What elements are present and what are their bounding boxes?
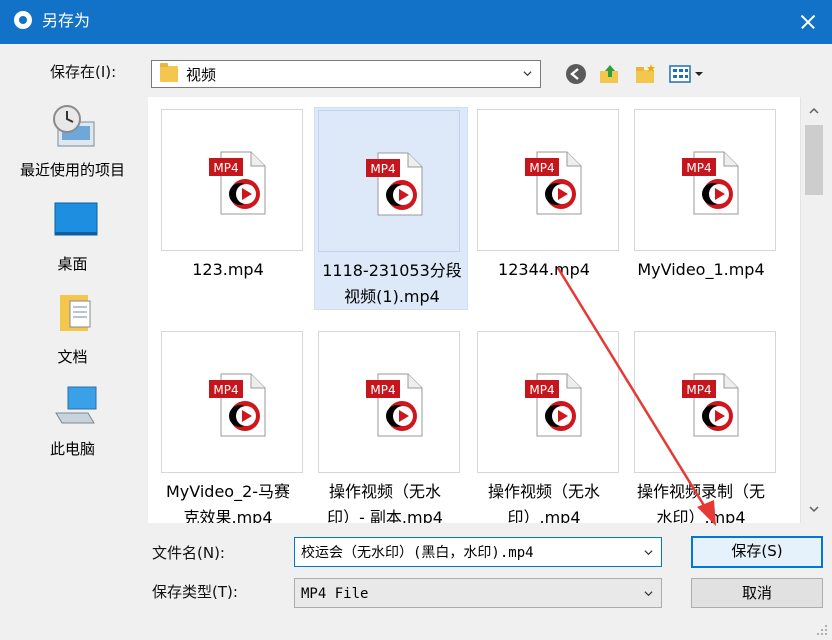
mp4-badge: MP4	[213, 383, 238, 397]
place-recent[interactable]: 最近使用的项目	[0, 104, 145, 184]
mp4-file-icon: MP4	[525, 151, 582, 215]
place-label: 最近使用的项目	[19, 161, 125, 179]
new-folder-icon[interactable]	[634, 63, 658, 85]
place-this-pc[interactable]: 此电脑	[0, 383, 145, 463]
file-name-line: MyVideo_2-马赛	[165, 482, 291, 501]
filetype-dropdown[interactable]: MP4 File	[294, 578, 662, 608]
file-name-line: 印）- 副本.mp4	[327, 508, 443, 523]
file-item[interactable]: MP4 123.mp4	[148, 97, 303, 303]
mp4-badge: MP4	[213, 161, 238, 175]
chevron-down-icon[interactable]	[644, 548, 653, 557]
app-icon	[14, 11, 32, 29]
file-thumbnail: MP4	[318, 331, 460, 473]
file-item[interactable]: MP4 操作视频录制（无 水印）.mp4	[621, 319, 776, 523]
mp4-file-icon: MP4	[682, 373, 739, 437]
filename-label: 文件名(N):	[152, 544, 225, 562]
file-name-line: 1118-231053分段	[322, 261, 462, 280]
file-name: 12344.mp4	[498, 260, 590, 279]
mp4-badge: MP4	[529, 161, 554, 175]
file-name-line: 克效果.mp4	[183, 508, 273, 523]
file-thumbnail: MP4	[318, 110, 460, 252]
close-button[interactable]	[784, 0, 832, 44]
scroll-up-icon[interactable]	[808, 105, 820, 117]
file-name: 1118-231053分段 视频(1).mp4	[315, 258, 469, 310]
mp4-file-icon: MP4	[682, 151, 739, 215]
save-button[interactable]: 保存(S)	[691, 536, 823, 568]
file-name-line: 印）.mp4	[507, 508, 581, 523]
computer-icon	[55, 386, 97, 424]
documents-icon	[60, 295, 91, 331]
file-name: MyVideo_1.mp4	[637, 260, 765, 279]
mp4-badge: MP4	[686, 161, 711, 175]
place-label: 文档	[57, 348, 88, 366]
filename-input[interactable]: 校运会（无水印）(黑白，水印).mp4	[294, 537, 662, 567]
chevron-down-icon	[644, 591, 653, 597]
resize-grip-icon[interactable]	[816, 624, 828, 636]
file-thumbnail: MP4	[634, 109, 776, 251]
up-folder-icon[interactable]	[598, 63, 622, 85]
mp4-file-icon: MP4	[209, 151, 266, 215]
save-in-label: 保存在(I):	[50, 63, 117, 81]
file-list[interactable]: MP4 123.mp4 MP4 1118-231053分段 视频(1).mp4 …	[148, 97, 800, 523]
mp4-file-icon: MP4	[525, 373, 582, 437]
file-name-line: 水印）.mp4	[656, 508, 746, 523]
filetype-value: MP4 File	[301, 586, 369, 602]
file-name: 操作视频（无水 印）- 副本.mp4	[305, 479, 465, 523]
file-name-line: 视频(1).mp4	[344, 287, 440, 306]
mp4-badge: MP4	[370, 383, 395, 397]
scroll-down-icon[interactable]	[808, 503, 820, 515]
mp4-file-icon: MP4	[209, 373, 266, 437]
file-name-line: 操作视频录制（无	[636, 482, 765, 501]
file-item[interactable]: MP4 操作视频（无水 印）- 副本.mp4	[305, 319, 460, 523]
mp4-badge: MP4	[529, 383, 554, 397]
file-thumbnail: MP4	[477, 109, 619, 251]
vertical-scrollbar[interactable]	[800, 97, 827, 523]
place-documents[interactable]: 文档	[0, 291, 145, 371]
file-item[interactable]: MP4 操作视频（无水 印）.mp4	[464, 319, 619, 523]
mp4-badge: MP4	[370, 162, 395, 176]
save-in-dropdown[interactable]: 视频	[151, 60, 541, 88]
place-desktop[interactable]: 桌面	[0, 198, 145, 278]
back-icon[interactable]	[564, 63, 588, 85]
scrollbar-thumb[interactable]	[805, 125, 823, 195]
folder-icon	[160, 63, 178, 82]
file-name: 123.mp4	[192, 260, 264, 279]
filename-value: 校运会（无水印）(黑白，水印).mp4	[301, 545, 534, 561]
mp4-badge: MP4	[686, 383, 711, 397]
chevron-down-icon	[523, 71, 532, 77]
mp4-file-icon: MP4	[366, 152, 423, 216]
window-title: 另存为	[42, 11, 91, 30]
place-label: 桌面	[57, 255, 88, 273]
file-thumbnail: MP4	[161, 109, 303, 251]
title-bar: 另存为	[0, 0, 832, 44]
file-item[interactable]: MP4 12344.mp4	[464, 97, 619, 303]
places-bar: 最近使用的项目 桌面 文档 此电脑	[0, 96, 145, 526]
file-item-selected[interactable]: MP4 1118-231053分段 视频(1).mp4	[314, 107, 468, 310]
filetype-label: 保存类型(T):	[152, 583, 238, 601]
cancel-button[interactable]: 取消	[691, 578, 823, 608]
file-item[interactable]: MP4 MyVideo_2-马赛 克效果.mp4	[148, 319, 303, 523]
file-name: 操作视频录制（无 水印）.mp4	[621, 479, 781, 523]
desktop-icon	[54, 202, 98, 236]
current-folder: 视频	[186, 66, 217, 84]
mp4-file-icon: MP4	[366, 373, 423, 437]
file-thumbnail: MP4	[161, 331, 303, 473]
file-item[interactable]: MP4 MyVideo_1.mp4	[621, 97, 776, 303]
file-name-line: 操作视频（无水	[328, 482, 441, 501]
file-thumbnail: MP4	[634, 331, 776, 473]
file-name: 操作视频（无水 印）.mp4	[464, 479, 624, 523]
file-name: MyVideo_2-马赛 克效果.mp4	[148, 479, 308, 523]
file-name-line: 操作视频（无水	[487, 482, 600, 501]
file-thumbnail: MP4	[477, 331, 619, 473]
place-label: 此电脑	[49, 440, 95, 458]
view-menu-icon[interactable]	[668, 63, 708, 85]
recent-items-icon	[53, 105, 95, 147]
